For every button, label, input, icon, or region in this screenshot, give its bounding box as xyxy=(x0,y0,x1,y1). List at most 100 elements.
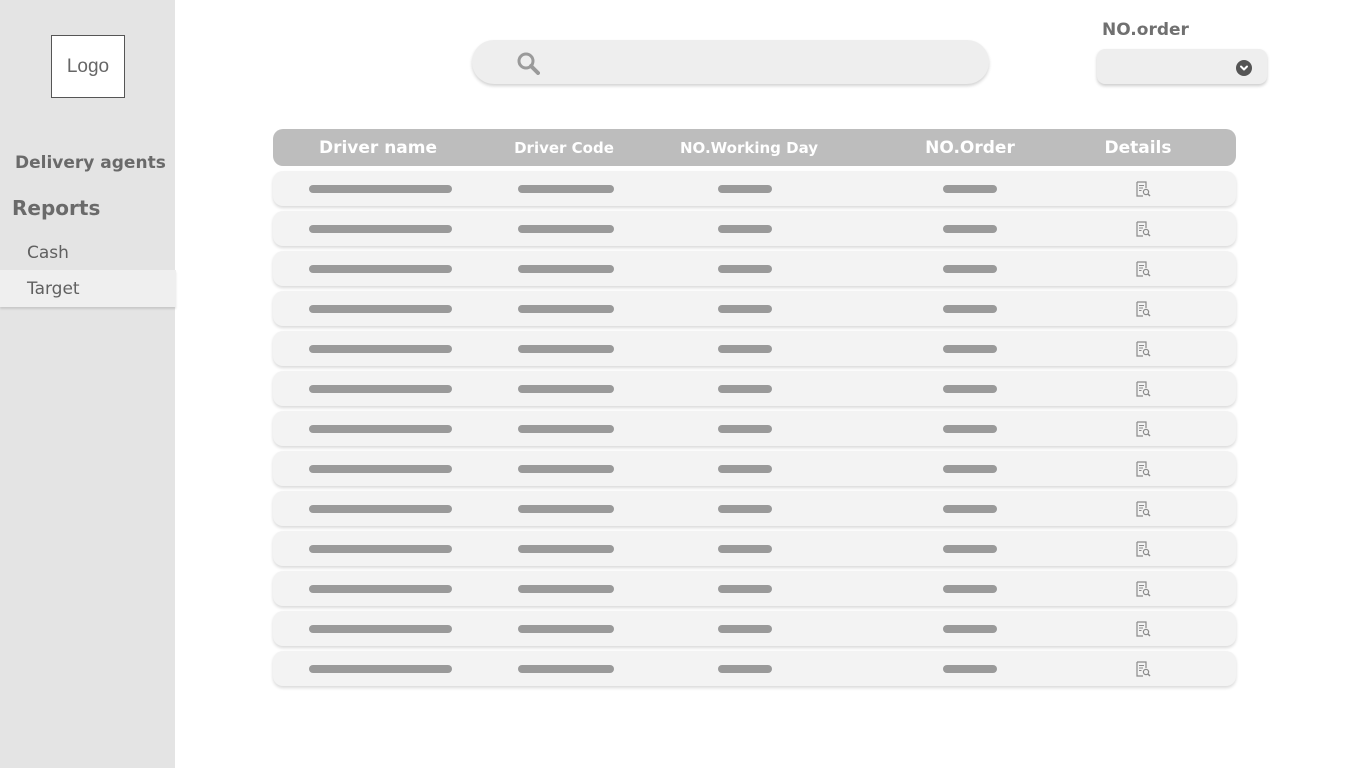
working-day-placeholder xyxy=(718,545,772,553)
driver-name-placeholder xyxy=(309,505,452,513)
column-header-driver-name[interactable]: Driver name xyxy=(319,129,437,166)
working-day-placeholder xyxy=(718,425,772,433)
working-day-placeholder xyxy=(718,625,772,633)
working-day-placeholder xyxy=(718,585,772,593)
sidebar-item-label: Cash xyxy=(27,242,69,263)
order-placeholder xyxy=(943,345,997,353)
table-header: Driver name Driver Code NO.Working Day N… xyxy=(273,129,1236,166)
driver-code-placeholder xyxy=(518,465,614,473)
sidebar-item-cash[interactable]: Cash xyxy=(0,234,176,271)
order-placeholder xyxy=(943,585,997,593)
driver-code-placeholder xyxy=(518,185,614,193)
working-day-placeholder xyxy=(718,305,772,313)
logo-text: Logo xyxy=(66,55,110,77)
sidebar-item-label: Target xyxy=(27,278,80,299)
driver-code-placeholder xyxy=(518,505,614,513)
table-row[interactable] xyxy=(273,651,1236,686)
driver-name-placeholder xyxy=(309,585,452,593)
driver-code-placeholder xyxy=(518,665,614,673)
driver-name-placeholder xyxy=(309,665,452,673)
document-search-icon[interactable] xyxy=(1135,301,1151,317)
order-placeholder xyxy=(943,425,997,433)
column-header-order[interactable]: NO.Order xyxy=(925,129,1015,166)
driver-code-placeholder xyxy=(518,345,614,353)
order-placeholder xyxy=(943,505,997,513)
table-row[interactable] xyxy=(273,171,1236,206)
document-search-icon[interactable] xyxy=(1135,421,1151,437)
table-row[interactable] xyxy=(273,331,1236,366)
column-header-driver-code[interactable]: Driver Code xyxy=(514,129,614,166)
working-day-placeholder xyxy=(718,505,772,513)
document-search-icon[interactable] xyxy=(1135,341,1151,357)
driver-code-placeholder xyxy=(518,385,614,393)
table-row[interactable] xyxy=(273,491,1236,526)
driver-name-placeholder xyxy=(309,185,452,193)
column-header-working-day[interactable]: NO.Working Day xyxy=(680,129,818,166)
document-search-icon[interactable] xyxy=(1135,221,1151,237)
working-day-placeholder xyxy=(718,465,772,473)
logo[interactable]: Logo xyxy=(51,35,125,98)
driver-name-placeholder xyxy=(309,265,452,273)
driver-code-placeholder xyxy=(518,545,614,553)
column-header-details: Details xyxy=(1104,137,1172,158)
table-body xyxy=(273,171,1236,686)
driver-name-placeholder xyxy=(309,545,452,553)
driver-code-placeholder xyxy=(518,225,614,233)
order-placeholder xyxy=(943,465,997,473)
search-input[interactable] xyxy=(472,40,989,84)
drivers-table: Driver name Driver Code NO.Working Day N… xyxy=(273,129,1236,691)
driver-name-placeholder xyxy=(309,305,452,313)
order-placeholder xyxy=(943,265,997,273)
table-row[interactable] xyxy=(273,211,1236,246)
driver-name-placeholder xyxy=(309,425,452,433)
table-row[interactable] xyxy=(273,611,1236,646)
order-filter-select[interactable] xyxy=(1097,49,1267,84)
table-row[interactable] xyxy=(273,371,1236,406)
document-search-icon[interactable] xyxy=(1135,581,1151,597)
order-placeholder xyxy=(943,305,997,313)
document-search-icon[interactable] xyxy=(1135,381,1151,397)
driver-code-placeholder xyxy=(518,625,614,633)
document-search-icon[interactable] xyxy=(1135,501,1151,517)
driver-code-placeholder xyxy=(518,265,614,273)
order-placeholder xyxy=(943,225,997,233)
driver-code-placeholder xyxy=(518,425,614,433)
order-placeholder xyxy=(943,625,997,633)
driver-code-placeholder xyxy=(518,305,614,313)
working-day-placeholder xyxy=(718,265,772,273)
document-search-icon[interactable] xyxy=(1135,541,1151,557)
document-search-icon[interactable] xyxy=(1135,621,1151,637)
nav-delivery-agents[interactable]: Delivery agents xyxy=(15,153,166,173)
driver-name-placeholder xyxy=(309,225,452,233)
table-row[interactable] xyxy=(273,571,1236,606)
sidebar-item-target[interactable]: Target xyxy=(0,270,176,307)
working-day-placeholder xyxy=(718,225,772,233)
order-placeholder xyxy=(943,185,997,193)
order-filter-label: NO.order xyxy=(1102,20,1189,40)
table-row[interactable] xyxy=(273,531,1236,566)
table-row[interactable] xyxy=(273,411,1236,446)
chevron-down-icon xyxy=(1236,60,1252,76)
driver-name-placeholder xyxy=(309,385,452,393)
table-row[interactable] xyxy=(273,451,1236,486)
document-search-icon[interactable] xyxy=(1135,661,1151,677)
document-search-icon[interactable] xyxy=(1135,461,1151,477)
table-row[interactable] xyxy=(273,291,1236,326)
search-icon[interactable] xyxy=(516,51,540,75)
order-placeholder xyxy=(943,545,997,553)
driver-name-placeholder xyxy=(309,465,452,473)
driver-name-placeholder xyxy=(309,625,452,633)
document-search-icon[interactable] xyxy=(1135,181,1151,197)
working-day-placeholder xyxy=(718,185,772,193)
working-day-placeholder xyxy=(718,385,772,393)
sidebar: Logo Delivery agents Reports Cash Target xyxy=(0,0,176,768)
driver-name-placeholder xyxy=(309,345,452,353)
order-placeholder xyxy=(943,665,997,673)
working-day-placeholder xyxy=(718,665,772,673)
driver-code-placeholder xyxy=(518,585,614,593)
order-placeholder xyxy=(943,385,997,393)
nav-reports[interactable]: Reports xyxy=(12,196,100,220)
working-day-placeholder xyxy=(718,345,772,353)
table-row[interactable] xyxy=(273,251,1236,286)
document-search-icon[interactable] xyxy=(1135,261,1151,277)
